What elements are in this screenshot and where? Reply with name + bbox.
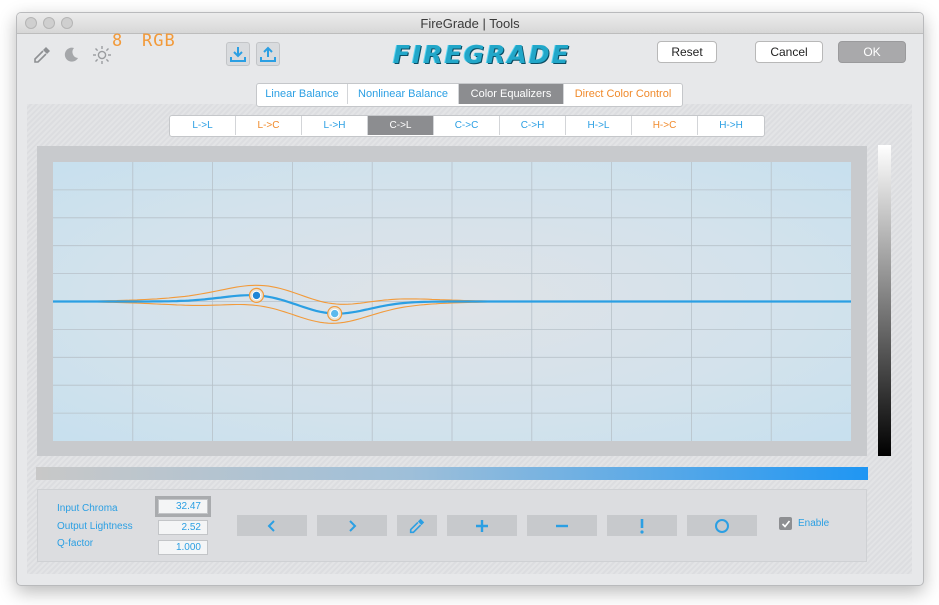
- output-lightness-label: Output Lightness: [57, 521, 133, 532]
- remove-point-button[interactable]: [527, 515, 597, 536]
- pick-color-button[interactable]: [397, 515, 437, 536]
- enable-label: Enable: [798, 518, 830, 529]
- add-point-button[interactable]: [447, 515, 517, 536]
- exclamation-icon: [640, 518, 644, 534]
- control-point-core: [329, 308, 340, 319]
- upload-button[interactable]: [256, 42, 280, 66]
- tab-linear-balance[interactable]: Linear Balance: [257, 84, 348, 104]
- reset-point-button[interactable]: [607, 515, 677, 536]
- subtab-l-c[interactable]: L->C: [236, 116, 302, 135]
- moon-icon[interactable]: [60, 44, 82, 66]
- output-lightness-field[interactable]: 2.52: [158, 520, 208, 535]
- bit-depth-label[interactable]: 8: [112, 31, 122, 51]
- eyedropper-icon: [409, 518, 425, 533]
- curve-svg[interactable]: [53, 162, 851, 441]
- cancel-button[interactable]: Cancel: [755, 41, 823, 63]
- color-mode-label[interactable]: RGB: [142, 31, 176, 51]
- input-chroma-gradient: [36, 467, 868, 480]
- previous-point-button[interactable]: [237, 515, 307, 536]
- qfactor-label: Q-factor: [57, 538, 94, 549]
- control-point-core: [251, 290, 262, 301]
- plus-icon: [476, 519, 488, 532]
- subtab-l-h[interactable]: L->H: [302, 116, 368, 135]
- tab-nonlinear-balance[interactable]: Nonlinear Balance: [348, 84, 459, 104]
- mode-tabs: Linear Balance Nonlinear Balance Color E…: [256, 83, 683, 107]
- subtab-l-l[interactable]: L->L: [170, 116, 236, 135]
- checkmark-icon: [781, 519, 790, 528]
- enable-checkbox[interactable]: [779, 517, 792, 530]
- subtab-h-h[interactable]: H->H: [698, 116, 764, 135]
- chevron-left-icon: [267, 519, 275, 532]
- next-point-button[interactable]: [317, 515, 387, 536]
- minus-icon: [556, 524, 568, 527]
- subtab-h-c[interactable]: H->C: [632, 116, 698, 135]
- subtab-c-c[interactable]: C->C: [434, 116, 500, 135]
- window-title: FireGrade | Tools: [420, 16, 520, 31]
- subtab-c-l[interactable]: C->L: [368, 116, 434, 135]
- subtab-h-l[interactable]: H->L: [566, 116, 632, 135]
- curve-editor[interactable]: [53, 162, 851, 441]
- eyedropper-icon[interactable]: [31, 44, 53, 66]
- enable-toggle[interactable]: Enable: [779, 517, 829, 530]
- download-button[interactable]: [226, 42, 250, 66]
- ok-button[interactable]: OK: [838, 41, 906, 63]
- tab-color-equalizers[interactable]: Color Equalizers: [459, 84, 564, 104]
- input-chroma-label: Input Chroma: [57, 503, 118, 514]
- circle-icon: [715, 518, 729, 533]
- tab-direct-color-control[interactable]: Direct Color Control: [564, 84, 682, 104]
- app-logo: FIREGRADE: [393, 40, 571, 69]
- qfactor-field[interactable]: 1.000: [158, 540, 208, 555]
- chevron-right-icon: [349, 519, 357, 532]
- subtab-c-h[interactable]: C->H: [500, 116, 566, 135]
- toggle-point-button[interactable]: [687, 515, 757, 536]
- sun-icon[interactable]: [91, 44, 113, 66]
- equalizer-subtabs: L->L L->C L->H C->L C->C C->H H->L H->C …: [169, 115, 765, 137]
- reset-button[interactable]: Reset: [657, 41, 717, 63]
- input-chroma-field[interactable]: 32.47: [158, 499, 208, 514]
- output-lightness-gradient: [878, 145, 891, 456]
- download-icon: [230, 47, 246, 62]
- upload-icon: [260, 46, 276, 62]
